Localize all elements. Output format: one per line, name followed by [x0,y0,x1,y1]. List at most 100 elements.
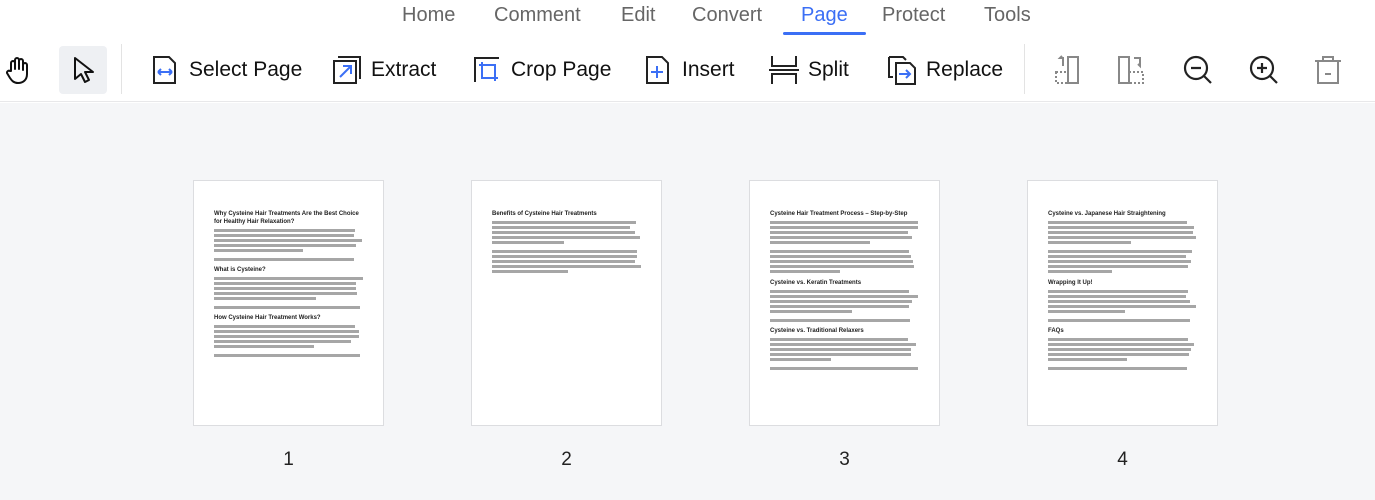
text-line [770,300,912,303]
tab-home[interactable]: Home [402,3,455,35]
text-line [492,250,638,253]
zoom-out-icon [1183,55,1212,84]
page-thumbnails-area: Why Cysteine Hair Treatments Are the Bes… [0,103,1375,500]
text-line [492,265,641,268]
text-line [214,258,355,261]
text-line [1048,255,1186,258]
delete-page-button[interactable] [1312,46,1344,94]
tab-convert[interactable]: Convert [692,3,762,35]
page-thumbnail[interactable]: Benefits of Cysteine Hair Treatments [471,180,662,426]
text-line [1048,231,1193,234]
page-toolbar: Select Page Extract Crop Page Insert Spl… [0,42,1375,102]
text-line [1048,353,1190,356]
select-page-icon [153,56,176,84]
text-line [214,335,360,338]
tab-protect[interactable]: Protect [882,3,945,35]
text-line [770,319,911,322]
tab-edit[interactable]: Edit [621,3,655,35]
text-line [1048,260,1192,263]
thumbnail-heading: FAQs [1048,328,1064,334]
thumbnail-heading: How Cysteine Hair Treatment Works? [214,315,321,321]
replace-icon [888,56,916,85]
divider [121,44,122,94]
text-line [214,345,314,348]
replace-button[interactable]: Replace [886,46,1003,94]
text-line [214,277,363,280]
page-thumbnail[interactable]: Cysteine vs. Japanese Hair Straightening… [1027,180,1218,426]
select-tool-button[interactable] [59,46,107,94]
thumbnail-heading: Cysteine vs. Traditional Relaxers [770,328,864,334]
zoom-in-button[interactable] [1248,46,1280,94]
zoom-out-button[interactable] [1182,46,1214,94]
tab-tools[interactable]: Tools [984,3,1031,35]
text-line [770,310,852,313]
text-line [214,239,363,242]
crop-page-label: Crop Page [511,58,612,81]
text-line [1048,236,1196,239]
rotate-left-icon [1055,55,1079,84]
text-line [1048,300,1190,303]
insert-button[interactable]: Insert [642,46,735,94]
text-line [492,231,636,234]
text-line [1048,343,1194,346]
text-line [214,282,357,285]
text-line [1048,270,1113,273]
text-line [770,231,908,234]
extract-button[interactable]: Extract [331,46,436,94]
hand-tool-button[interactable] [2,46,34,94]
text-line [214,297,317,300]
rotate-right-icon [1118,56,1144,84]
page-thumbnail[interactable]: Why Cysteine Hair Treatments Are the Bes… [193,180,384,426]
insert-label: Insert [682,58,735,81]
select-page-label: Select Page [189,58,303,81]
rotate-left-button[interactable] [1053,46,1085,94]
crop-icon [474,57,499,82]
divider [1024,44,1025,94]
text-line [770,250,909,253]
text-line [214,249,304,252]
text-line [492,221,637,224]
page-number: 1 [283,449,294,470]
thumbnail-heading: What is Cysteine? [214,267,266,273]
text-line [1048,319,1190,322]
extract-label: Extract [371,58,437,81]
thumbnail-heading: Why Cysteine Hair Treatments Are the Bes… [214,211,359,225]
text-line [770,290,909,293]
text-line [492,255,638,258]
text-line [1048,290,1188,293]
main-tabs: Home Comment Edit Convert Page Protect T… [0,0,1375,36]
split-label: Split [808,58,849,81]
rotate-right-button[interactable] [1116,46,1148,94]
tab-comment[interactable]: Comment [494,3,581,35]
text-line [214,234,354,237]
cursor-arrow-icon [74,57,94,83]
text-line [770,353,911,356]
insert-page-icon [646,56,669,84]
select-page-button[interactable]: Select Page [149,46,302,94]
text-line [770,270,840,273]
text-line [770,236,912,239]
text-line [1048,310,1126,313]
replace-label: Replace [926,58,1004,81]
text-line [492,270,568,273]
page-thumbnail[interactable]: Cysteine Hair Treatment Process – Step-b… [749,180,940,426]
text-line [1048,295,1186,298]
text-line [1048,265,1188,268]
thumbnail-heading: Cysteine vs. Keratin Treatments [770,280,862,286]
text-line [214,292,357,295]
text-line [1048,348,1192,351]
thumbnail-heading: Cysteine vs. Japanese Hair Straightening [1048,211,1166,217]
text-line [214,340,352,343]
tab-page[interactable]: Page [783,3,866,35]
text-line [492,236,640,239]
text-line [1048,241,1132,244]
crop-page-button[interactable]: Crop Page [471,46,611,94]
text-line [770,260,914,263]
text-line [214,244,356,247]
hand-icon [6,57,28,84]
text-line [1048,338,1188,341]
page-number: 4 [1117,449,1128,470]
page-number: 3 [839,449,850,470]
text-line [1048,367,1187,370]
split-button[interactable]: Split [768,46,849,94]
